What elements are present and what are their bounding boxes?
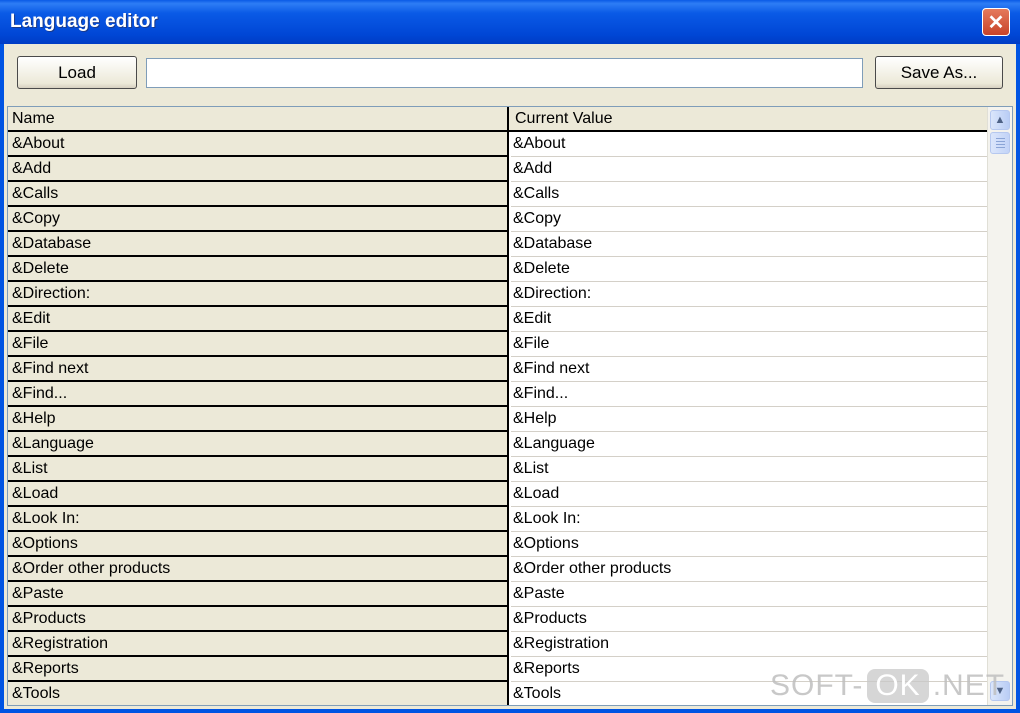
table-row[interactable]: &Options &Options: [8, 532, 987, 557]
table-row[interactable]: &Calls &Calls: [8, 182, 987, 207]
table-row[interactable]: &Copy &Copy: [8, 207, 987, 232]
current-value-cell[interactable]: &Find next: [511, 357, 987, 382]
save-as-button[interactable]: Save As...: [875, 56, 1003, 89]
current-value-cell[interactable]: &Add: [511, 157, 987, 182]
client-area: Load Save As... Name Current Value &Abou…: [4, 44, 1016, 709]
table-row[interactable]: &Registration &Registration: [8, 632, 987, 657]
current-value-cell[interactable]: &About: [511, 132, 987, 157]
watermark-ok: OK: [867, 669, 929, 703]
name-cell: &About: [8, 132, 509, 157]
language-grid[interactable]: Name Current Value &About &About &Add &Add &…: [7, 106, 1013, 706]
current-value-cell[interactable]: &File: [511, 332, 987, 357]
name-cell: &Database: [8, 232, 509, 257]
watermark-right: .NET: [932, 669, 1006, 702]
name-cell: &Reports: [8, 657, 509, 682]
table-row[interactable]: &Delete &Delete: [8, 257, 987, 282]
grid-rows: &About &About &Add &Add &Calls &Calls &Copy &Co…: [8, 132, 987, 705]
scroll-up-icon: ▲: [994, 114, 1006, 126]
table-row[interactable]: &List &List: [8, 457, 987, 482]
name-cell: &Calls: [8, 182, 509, 207]
current-value-cell[interactable]: &Find...: [511, 382, 987, 407]
current-value-cell[interactable]: &Edit: [511, 307, 987, 332]
grid-header: Name Current Value: [8, 107, 987, 132]
name-cell: &Registration: [8, 632, 509, 657]
name-cell: &Order other products: [8, 557, 509, 582]
current-value-cell[interactable]: &Registration: [511, 632, 987, 657]
current-value-cell[interactable]: &Copy: [511, 207, 987, 232]
table-row[interactable]: &Language &Language: [8, 432, 987, 457]
name-cell: &Tools: [8, 682, 509, 705]
table-row[interactable]: &File &File: [8, 332, 987, 357]
name-cell: &Paste: [8, 582, 509, 607]
name-cell: &List: [8, 457, 509, 482]
close-icon: ✕: [987, 11, 1005, 34]
current-value-cell[interactable]: &Options: [511, 532, 987, 557]
current-value-cell[interactable]: &Load: [511, 482, 987, 507]
save-as-button-label: Save As...: [900, 62, 978, 82]
name-cell: &Find...: [8, 382, 509, 407]
current-value-cell[interactable]: &Calls: [511, 182, 987, 207]
file-path-input[interactable]: [146, 58, 863, 88]
title-bar[interactable]: Language editor ✕: [0, 0, 1020, 44]
table-row[interactable]: &Add &Add: [8, 157, 987, 182]
table-row[interactable]: &Edit &Edit: [8, 307, 987, 332]
scroll-thumb[interactable]: [990, 132, 1010, 154]
table-row[interactable]: &Database &Database: [8, 232, 987, 257]
window-title: Language editor: [10, 11, 158, 32]
table-row[interactable]: &Load &Load: [8, 482, 987, 507]
name-cell: &File: [8, 332, 509, 357]
name-cell: &Delete: [8, 257, 509, 282]
current-value-cell[interactable]: &Help: [511, 407, 987, 432]
table-row[interactable]: &Products &Products: [8, 607, 987, 632]
watermark: SOFT- OK .NET: [770, 666, 1005, 706]
current-value-cell[interactable]: &List: [511, 457, 987, 482]
current-value-cell[interactable]: &Database: [511, 232, 987, 257]
load-button-label: Load: [58, 62, 96, 82]
table-row[interactable]: &Order other products &Order other produc…: [8, 557, 987, 582]
current-value-cell[interactable]: &Look In:: [511, 507, 987, 532]
name-cell: &Add: [8, 157, 509, 182]
name-cell: &Language: [8, 432, 509, 457]
current-value-cell[interactable]: &Products: [511, 607, 987, 632]
current-value-cell[interactable]: &Paste: [511, 582, 987, 607]
name-cell: &Direction:: [8, 282, 509, 307]
name-cell: &Options: [8, 532, 509, 557]
scroll-up-button[interactable]: ▲: [990, 110, 1010, 130]
name-cell: &Find next: [8, 357, 509, 382]
vertical-scrollbar[interactable]: ▲ ▼: [987, 107, 1012, 705]
table-row[interactable]: &About &About: [8, 132, 987, 157]
name-cell: &Look In:: [8, 507, 509, 532]
table-row[interactable]: &Help &Help: [8, 407, 987, 432]
column-header-name[interactable]: Name: [8, 107, 509, 130]
table-row[interactable]: &Look In: &Look In:: [8, 507, 987, 532]
language-editor-window: Language editor ✕ Load Save As... Name C…: [0, 0, 1020, 713]
name-cell: &Load: [8, 482, 509, 507]
load-button[interactable]: Load: [17, 56, 137, 89]
table-row[interactable]: &Find next &Find next: [8, 357, 987, 382]
name-cell: &Edit: [8, 307, 509, 332]
name-cell: &Copy: [8, 207, 509, 232]
current-value-cell[interactable]: &Language: [511, 432, 987, 457]
table-row[interactable]: &Paste &Paste: [8, 582, 987, 607]
current-value-cell[interactable]: &Delete: [511, 257, 987, 282]
table-row[interactable]: &Find... &Find...: [8, 382, 987, 407]
column-header-current-value[interactable]: Current Value: [511, 107, 987, 130]
current-value-cell[interactable]: &Order other products: [511, 557, 987, 582]
close-button[interactable]: ✕: [982, 8, 1010, 36]
name-cell: &Products: [8, 607, 509, 632]
current-value-cell[interactable]: &Direction:: [511, 282, 987, 307]
name-cell: &Help: [8, 407, 509, 432]
table-row[interactable]: &Direction: &Direction:: [8, 282, 987, 307]
watermark-left: SOFT-: [770, 669, 864, 702]
